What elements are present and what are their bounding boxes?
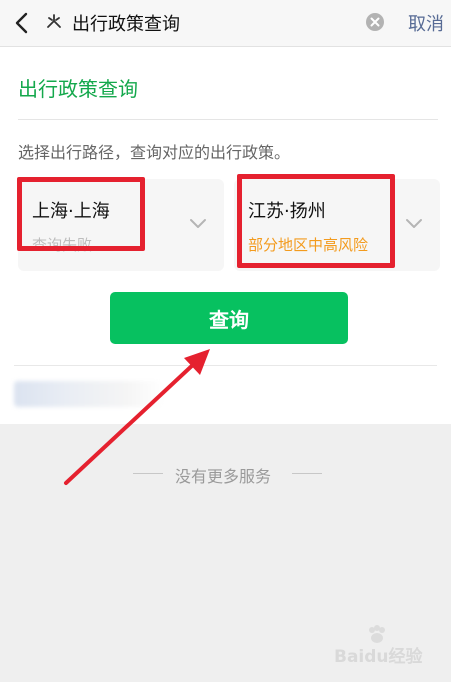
destination-status: 部分地区中高风险: [248, 236, 369, 254]
no-more-services: 没有更多服务: [0, 462, 451, 486]
policy-query-card: 出行政策查询 选择出行路径，查询对应的出行政策。 上海·上海 查询失败 江苏·扬…: [0, 47, 451, 424]
divider-line: [133, 473, 163, 474]
clear-icon[interactable]: [365, 12, 385, 32]
mini-program-icon: [47, 14, 61, 28]
origin-selector[interactable]: 上海·上海 查询失败: [18, 179, 224, 271]
no-more-services-text: 没有更多服务: [175, 467, 272, 486]
back-icon[interactable]: [12, 11, 32, 35]
cancel-button[interactable]: 取消: [408, 10, 444, 36]
destination-selector[interactable]: 江苏·扬州 部分地区中高风险: [234, 179, 440, 271]
chevron-down-icon: [190, 219, 206, 228]
watermark: Baidu经验: [334, 647, 423, 667]
origin-status: 查询失败: [32, 236, 93, 254]
divider-line: [292, 473, 322, 474]
search-header: 取消: [0, 0, 451, 47]
origin-city: 上海·上海: [32, 201, 110, 222]
destination-city: 江苏·扬州: [248, 201, 326, 222]
chevron-down-icon: [406, 219, 422, 228]
divider: [14, 365, 437, 366]
query-button[interactable]: 查询: [110, 292, 348, 344]
card-subtitle: 选择出行路径，查询对应的出行政策。: [18, 143, 291, 162]
search-input[interactable]: [72, 9, 352, 37]
card-title: 出行政策查询: [18, 77, 138, 101]
blurred-result-row: [14, 381, 164, 407]
divider: [18, 119, 438, 120]
